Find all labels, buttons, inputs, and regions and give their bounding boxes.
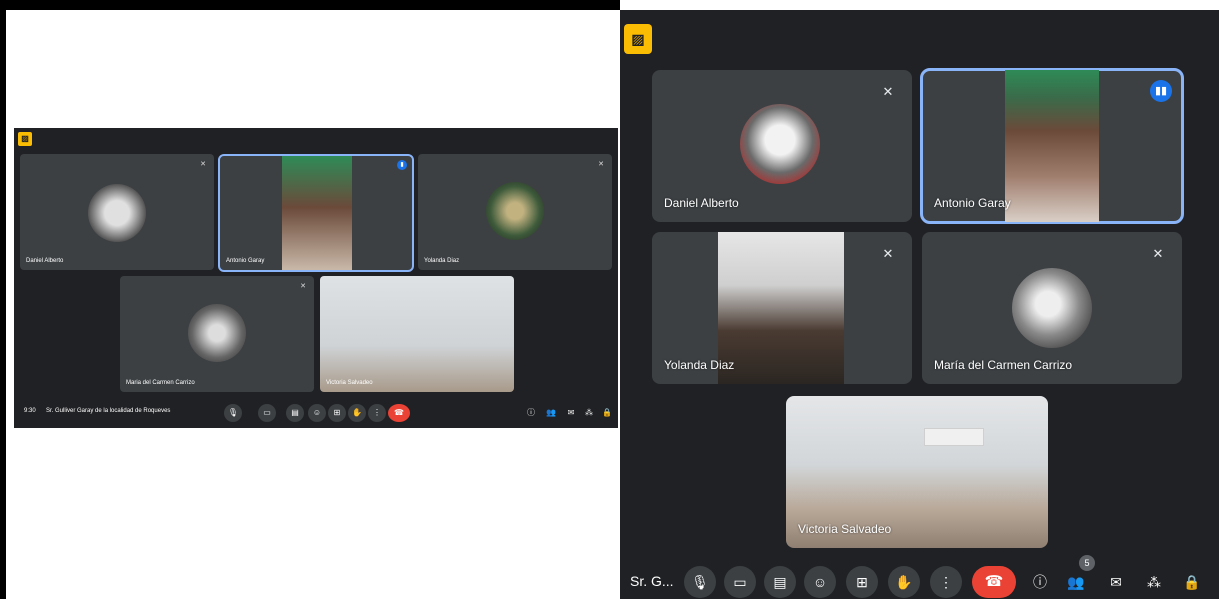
video-feed <box>1005 70 1099 222</box>
camera-icon[interactable]: ▭ <box>258 404 276 422</box>
meeting-title: Sr. Gulliver Garay de la localidad de Ro… <box>46 408 171 414</box>
more-options-icon[interactable]: ⋮ <box>368 404 386 422</box>
mic-off-icon: ✕ <box>1152 246 1164 261</box>
raise-hand-icon[interactable]: ✋ <box>348 404 366 422</box>
tile-maria-del-carmen[interactable]: ✕ María del Carmen Carrizo <box>922 232 1182 384</box>
info-icon[interactable]: ⓘ <box>1024 566 1056 598</box>
participant-name: Maria del Carmen Carrizo <box>126 380 195 386</box>
participant-name: Yolanda Diaz <box>664 358 735 372</box>
raise-hand-icon[interactable]: ✋ <box>888 566 920 598</box>
present-screen-icon[interactable]: ⊞ <box>846 566 878 598</box>
host-controls-icon[interactable]: 🔒 <box>1176 566 1208 598</box>
tile-daniel-alberto[interactable]: ✕ Daniel Alberto <box>20 154 214 270</box>
people-icon[interactable]: 👥 <box>1060 566 1092 598</box>
avatar <box>88 184 146 242</box>
participant-name: Daniel Alberto <box>664 196 739 210</box>
participant-name: Victoria Salvadeo <box>798 522 892 536</box>
tile-victoria-salvadeo[interactable]: Victoria Salvadeo <box>320 276 514 392</box>
video-feed <box>718 232 844 384</box>
participant-name: María del Carmen Carrizo <box>934 358 1073 372</box>
meeting-time: 9:30 <box>24 408 36 414</box>
avatar <box>740 104 820 184</box>
mic-off-icon: ✕ <box>300 283 306 290</box>
speaking-icon: ▮▮ <box>1150 80 1172 102</box>
present-screen-icon[interactable]: ⊞ <box>328 404 346 422</box>
host-controls-icon[interactable]: 🔒 <box>598 404 616 422</box>
activities-icon[interactable]: ⁂ <box>580 404 598 422</box>
mic-off-icon: ✕ <box>882 246 894 261</box>
mic-off-icon: ✕ <box>598 161 604 168</box>
left-screenshot-frame: ▨ ✕ Daniel Alberto ▮ Antonio Garay ✕ Yol… <box>0 0 620 599</box>
end-call-icon[interactable]: ☎ <box>388 404 410 422</box>
air-conditioner <box>924 428 984 446</box>
tile-maria-del-carmen[interactable]: ✕ Maria del Carmen Carrizo <box>120 276 314 392</box>
participant-name: Antonio Garay <box>934 196 1011 210</box>
chat-icon[interactable]: ✉ <box>1100 566 1132 598</box>
tile-victoria-salvadeo[interactable]: Victoria Salvadeo <box>786 396 1048 548</box>
participant-name: Victoria Salvadeo <box>326 380 373 386</box>
mic-icon[interactable]: 🎙 <box>684 566 716 598</box>
more-options-icon[interactable]: ⋮ <box>930 566 962 598</box>
emoji-icon[interactable]: ☺ <box>308 404 326 422</box>
emoji-icon[interactable]: ☺ <box>804 566 836 598</box>
camera-off-icon[interactable]: ▨ <box>624 24 652 54</box>
info-icon[interactable]: ⓘ <box>522 404 540 422</box>
avatar <box>486 182 544 240</box>
meeting-title: Sr. G... <box>630 573 674 589</box>
camera-icon[interactable]: ▭ <box>724 566 756 598</box>
end-call-icon[interactable]: ☎ <box>972 566 1016 598</box>
control-bar: 9:30 Sr. Gulliver Garay de la localidad … <box>14 398 618 428</box>
people-icon[interactable]: 👥 <box>542 404 560 422</box>
tile-yolanda-diaz[interactable]: ✕ Yolanda Diaz <box>418 154 612 270</box>
captions-icon[interactable]: ▤ <box>764 566 796 598</box>
activities-icon[interactable]: ⁂ <box>1138 566 1170 598</box>
captions-icon[interactable]: ▤ <box>286 404 304 422</box>
camera-off-icon[interactable]: ▨ <box>18 132 32 146</box>
avatar <box>1012 268 1092 348</box>
chat-icon[interactable]: ✉ <box>562 404 580 422</box>
tile-antonio-garay[interactable]: ▮▮ Antonio Garay <box>920 68 1184 224</box>
large-meet-screenshot: ▨ ✕ Daniel Alberto ▮▮ Antonio Garay ✕ Yo… <box>620 10 1219 599</box>
video-feed <box>282 156 352 270</box>
avatar <box>188 304 246 362</box>
mic-off-icon: ✕ <box>882 84 894 99</box>
tile-daniel-alberto[interactable]: ✕ Daniel Alberto <box>652 70 912 222</box>
mic-icon[interactable]: 🎙 <box>224 404 242 422</box>
tile-yolanda-diaz[interactable]: ✕ Yolanda Diaz <box>652 232 912 384</box>
small-meet-screenshot: ▨ ✕ Daniel Alberto ▮ Antonio Garay ✕ Yol… <box>14 128 618 428</box>
participant-name: Yolanda Diaz <box>424 258 460 264</box>
mic-off-icon: ✕ <box>200 161 206 168</box>
participant-name: Antonio Garay <box>226 258 265 264</box>
tile-antonio-garay[interactable]: ▮ Antonio Garay <box>218 154 414 272</box>
speaking-icon: ▮ <box>397 160 407 170</box>
participant-name: Daniel Alberto <box>26 258 64 264</box>
